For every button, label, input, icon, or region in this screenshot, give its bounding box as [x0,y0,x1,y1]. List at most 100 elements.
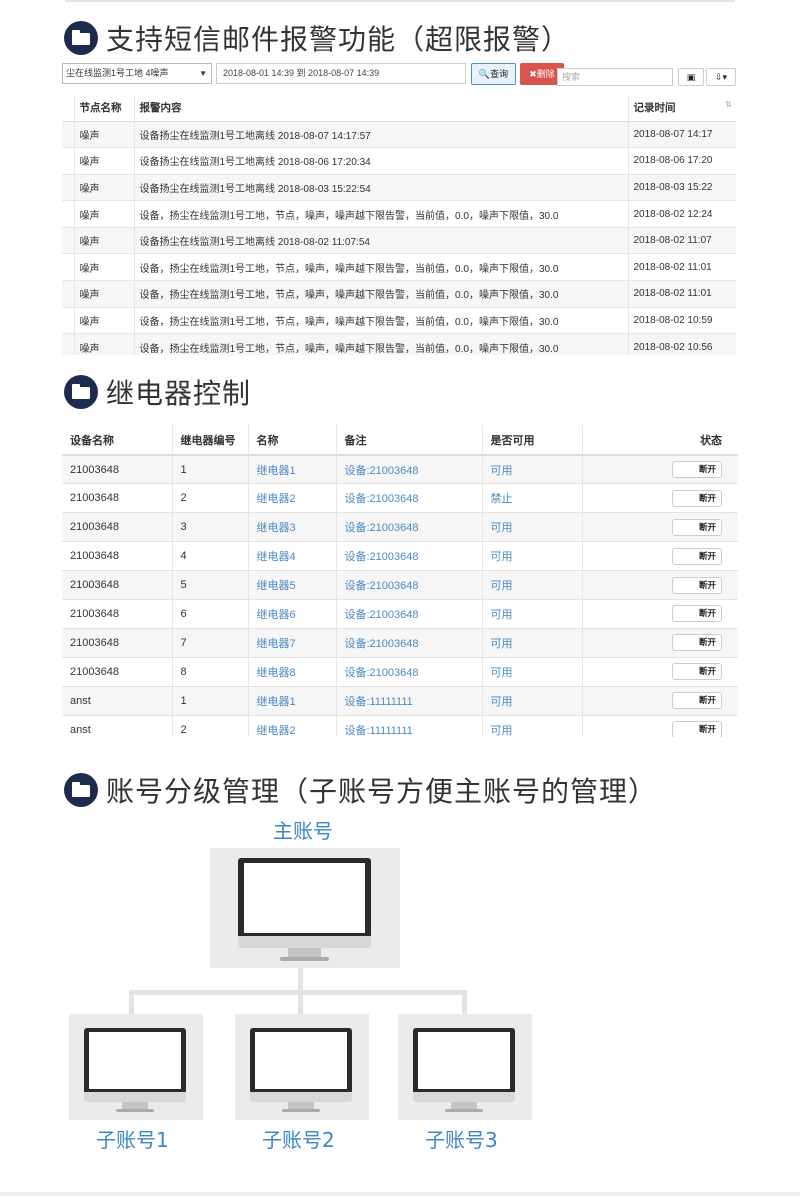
relay-note-link[interactable]: 设备:21003648 [335,541,482,571]
table-row: 21003648 1 继电器1 设备:21003648 可用 断开 [62,454,738,484]
sort-icon[interactable]: ⇅ [725,100,732,109]
time-cell: 2018-08-03 15:22 [627,173,736,201]
date-range-input[interactable]: 2018-08-01 14:39 到 2018-08-07 14:39 [216,63,466,84]
table-row[interactable]: 噪声 设备，扬尘在线监测1号工地，节点，噪声，噪声越下限告警，当前值，0.0，噪声… [62,253,736,281]
relay-name-link[interactable]: 继电器5 [247,570,336,600]
relay-note-link[interactable]: 设备:11111111 [335,685,482,716]
availability-link[interactable]: 禁止 [481,483,582,513]
table-row[interactable]: 噪声 设备扬尘在线监测1号工地离线 2018-08-06 17:20:34 2018… [62,147,736,175]
relay-table: 设备名称 继电器编号 名称 备注 是否可用 状态 21003648 1 继电器1 设备… [62,425,738,737]
relay-note-link[interactable]: 设备:21003648 [335,598,482,629]
section-accounts-title: 账号分级管理（子账号方便主账号的管理） [64,770,657,810]
disconnect-button[interactable]: 断开 [672,518,722,536]
relay-name-link[interactable]: 继电器4 [247,541,336,571]
table-row[interactable]: 噪声 设备扬尘在线监测1号工地离线 2018-08-07 14:17:57 2018… [62,120,736,148]
table-row[interactable]: 噪声 设备扬尘在线监测1号工地离线 2018-08-02 11:07:54 2018… [62,226,736,254]
table-row: 21003648 3 继电器3 设备:21003648 可用 断开 [62,512,738,542]
time-cell: 2018-08-02 11:01 [627,280,736,308]
relay-number-cell: 2 [171,483,248,513]
disconnect-button[interactable]: 断开 [672,663,722,681]
row-checkbox-cell[interactable] [62,147,74,175]
column-header: 是否可用 [481,425,582,456]
disconnect-button[interactable]: 断开 [672,634,722,652]
relay-note-link[interactable]: 设备:21003648 [335,656,482,687]
device-select[interactable]: 尘在线监测1号工地 4噪声 ▼ [62,63,212,84]
tree-connector [298,968,303,992]
node-cell: 噪声 [73,200,134,228]
relay-note-link[interactable]: 设备:11111111 [335,714,482,737]
availability-link[interactable]: 可用 [481,570,582,600]
query-button[interactable]: 🔍查询 [471,63,516,85]
content-cell: 设备扬尘在线监测1号工地离线 2018-08-02 11:07:54 [133,226,628,254]
relay-name-link[interactable]: 继电器8 [247,656,336,687]
row-checkbox-cell[interactable] [62,173,74,201]
row-checkbox-cell[interactable] [62,280,74,308]
availability-link[interactable]: 可用 [481,627,582,658]
export-button[interactable]: ⇩▾ [706,68,736,86]
monitor-icon [250,1028,352,1112]
column-header[interactable]: 报警内容 [133,95,628,122]
disconnect-button[interactable]: 断开 [672,461,722,479]
node-cell: 噪声 [73,120,134,148]
availability-link[interactable]: 可用 [481,714,582,737]
relay-note-link[interactable]: 设备:21003648 [335,570,482,600]
relay-name-link[interactable]: 继电器1 [247,454,336,484]
time-cell: 2018-08-07 14:17 [627,120,736,148]
relay-note-link[interactable]: 设备:21003648 [335,454,482,484]
relay-name-link[interactable]: 继电器1 [247,685,336,716]
relay-name-link[interactable]: 继电器2 [247,714,336,737]
relay-note-link[interactable]: 设备:21003648 [335,512,482,542]
device-cell: 21003648 [62,627,172,658]
row-checkbox-cell[interactable] [62,226,74,254]
table-row: 21003648 7 继电器7 设备:21003648 可用 断开 [62,627,738,658]
disconnect-button[interactable]: 断开 [672,721,722,737]
row-checkbox-cell[interactable] [62,200,74,228]
relay-name-link[interactable]: 继电器3 [247,512,336,542]
availability-link[interactable]: 可用 [481,656,582,687]
status-cell: 断开 [581,714,738,737]
relay-note-link[interactable]: 设备:21003648 [335,483,482,513]
relay-name-link[interactable]: 继电器6 [247,598,336,629]
time-cell: 2018-08-02 11:01 [627,253,736,281]
availability-link[interactable]: 可用 [481,598,582,629]
table-row[interactable]: 噪声 设备，扬尘在线监测1号工地，节点，噪声，噪声越下限告警，当前值，0.0，噪声… [62,306,736,334]
disconnect-button[interactable]: 断开 [672,547,722,565]
column-header: 设备名称 [62,425,172,456]
table-row[interactable]: 噪声 设备，扬尘在线监测1号工地，节点，噪声，噪声越下限告警，当前值，0.0，噪声… [62,280,736,308]
availability-link[interactable]: 可用 [481,685,582,716]
availability-link[interactable]: 可用 [481,454,582,484]
column-header[interactable]: 记录时间 ⇅ [627,95,736,122]
content-cell: 设备扬尘在线监测1号工地离线 2018-08-07 14:17:57 [133,120,628,148]
disconnect-button[interactable]: 断开 [672,692,722,710]
column-header: 状态 [581,425,738,456]
disconnect-button[interactable]: 断开 [672,605,722,623]
table-row[interactable]: 噪声 设备，扬尘在线监测1号工地，节点，噪声，噪声越下限告警，当前值，0.0，噪声… [62,200,736,228]
relay-name-link[interactable]: 继电器7 [247,627,336,658]
disconnect-button[interactable]: 断开 [672,489,722,507]
table-row: 21003648 4 继电器4 设备:21003648 可用 断开 [62,541,738,571]
section-title-text: 账号分级管理（子账号方便主账号的管理） [106,775,658,808]
row-checkbox-cell[interactable] [62,253,74,281]
row-checkbox-cell[interactable] [62,120,74,148]
export-icon: ⇩▾ [714,72,728,82]
table-row[interactable]: 噪声 设备扬尘在线监测1号工地离线 2018-08-03 15:22:54 2018… [62,173,736,201]
tree-connector [462,990,467,1016]
availability-link[interactable]: 可用 [481,541,582,571]
time-cell: 2018-08-02 12:24 [627,200,736,228]
search-input[interactable]: 搜索 [557,68,673,86]
sub-account-label: 子账号2 [262,1128,335,1152]
disconnect-button[interactable]: 断开 [672,576,722,594]
availability-link[interactable]: 可用 [481,512,582,542]
time-cell: 2018-08-02 10:56 [627,333,736,355]
device-cell: 21003648 [62,483,172,513]
table-row[interactable]: 噪声 设备，扬尘在线监测1号工地，节点，噪声，噪声越下限告警，当前值，0.0，噪声… [62,333,736,355]
main-account-node [210,848,400,968]
columns-toggle-button[interactable]: ▣ [678,68,704,86]
column-header[interactable]: 节点名称 [73,95,134,122]
relay-name-link[interactable]: 继电器2 [247,483,336,513]
row-checkbox-cell[interactable] [62,306,74,334]
alarm-table: 节点名称 报警内容 记录时间 ⇅ 噪声 设备扬尘在线监测1号工地离线 2018-08… [62,95,736,355]
column-header-label: 记录时间 [633,102,676,115]
relay-note-link[interactable]: 设备:21003648 [335,627,482,658]
row-checkbox-cell[interactable] [62,333,74,355]
